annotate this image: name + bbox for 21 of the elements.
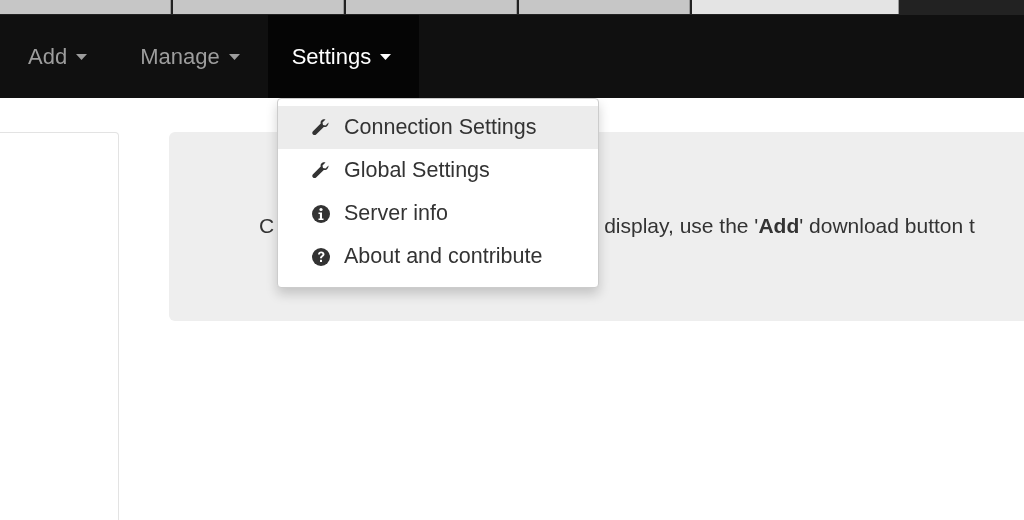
jumbotron-text: C [259, 214, 275, 238]
nav-menu-item[interactable]: Add [0, 15, 113, 98]
wrench-icon [311, 117, 331, 138]
dropdown-item[interactable]: About and contribute [278, 235, 598, 278]
dropdown-item[interactable]: Global Settings [278, 149, 598, 192]
browser-tab[interactable] [519, 0, 690, 14]
browser-tab[interactable] [346, 0, 517, 14]
caret-icon [380, 53, 392, 60]
wrench-icon [311, 160, 331, 181]
browser-tab[interactable] [692, 0, 899, 14]
browser-tab[interactable] [173, 0, 344, 14]
caret-icon [228, 53, 240, 60]
jumbotron-text: display, use the 'Add' download button t [604, 214, 975, 238]
nav-menu-item[interactable]: Settings [267, 15, 420, 98]
help-icon [311, 246, 331, 267]
nav-menu-item[interactable]: Manage [112, 15, 268, 98]
dropdown-item[interactable]: Connection Settings [278, 106, 598, 149]
caret-icon [76, 53, 88, 60]
browser-tab[interactable] [0, 0, 171, 14]
dropdown-item[interactable]: Server info [278, 192, 598, 235]
info-icon [311, 203, 331, 224]
